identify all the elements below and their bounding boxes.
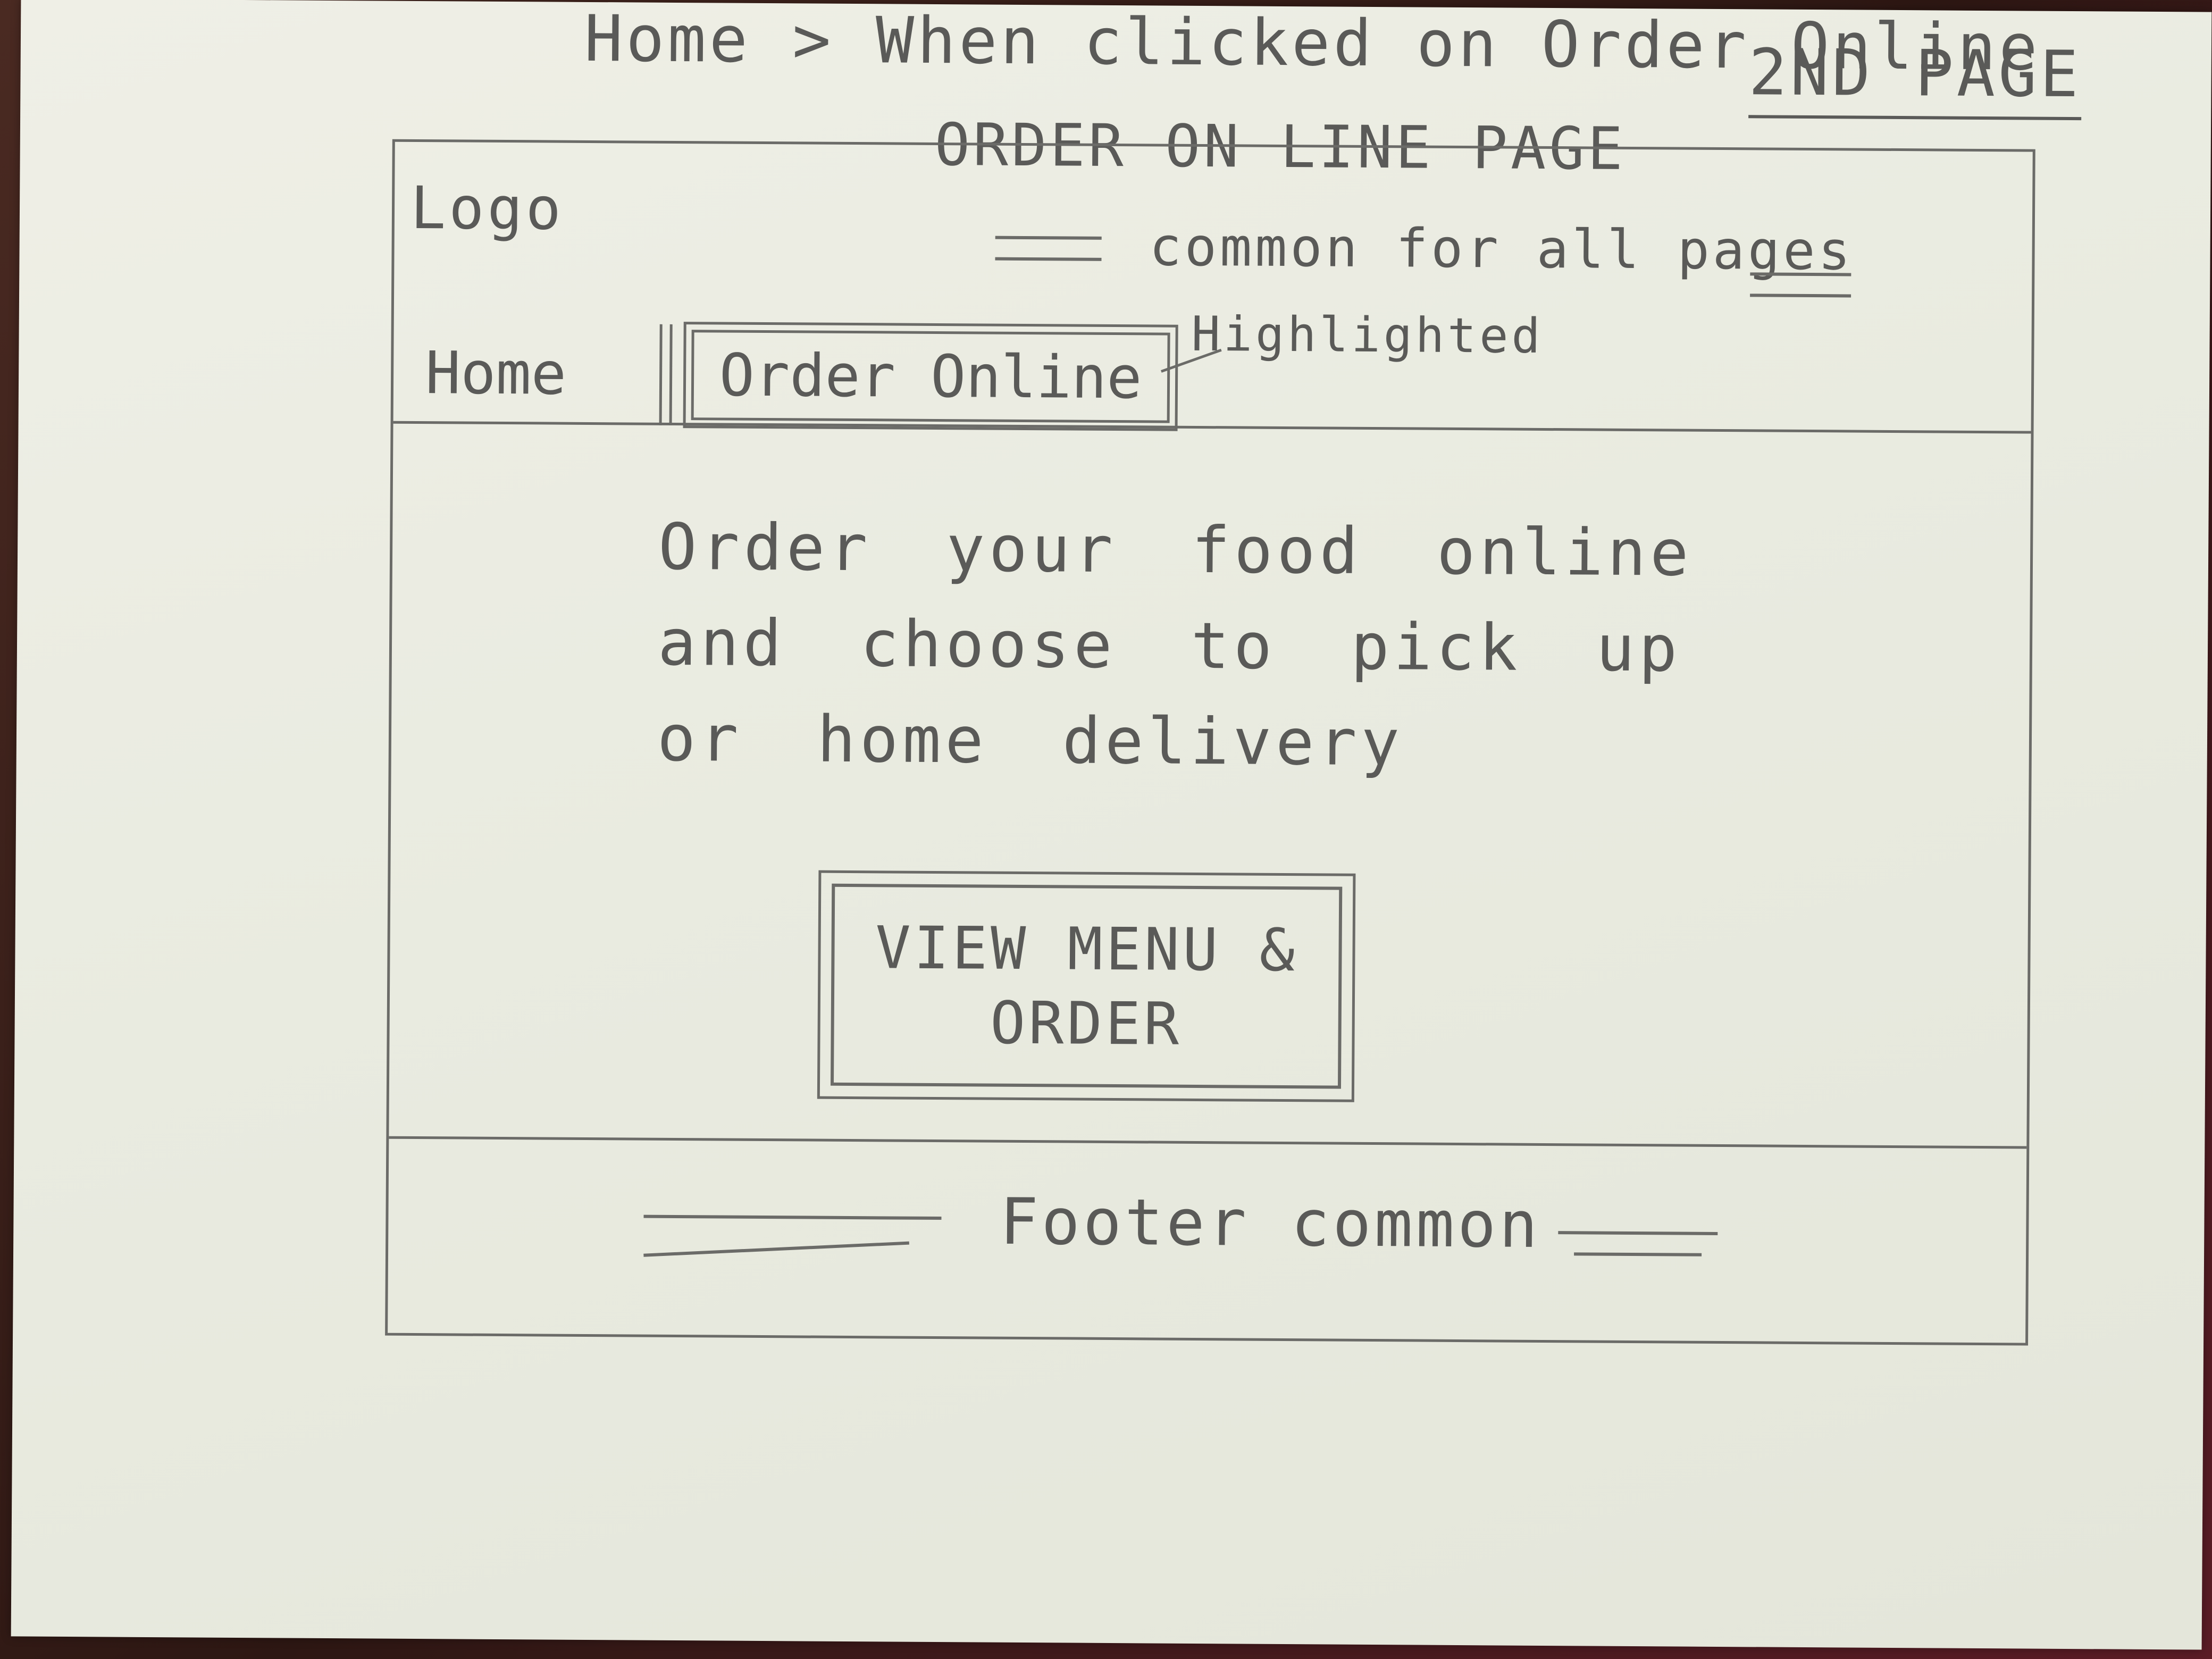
footer-label: Footer common (1000, 1185, 1541, 1262)
nav-item-home[interactable]: Home (425, 339, 567, 408)
logo[interactable]: Logo (410, 174, 565, 243)
footer-placeholder-line (643, 1241, 909, 1257)
header-placeholder-line (995, 236, 1102, 240)
wireframe-sketch-paper: Home > When clicked on Order Online 2ND … (11, 0, 2212, 1650)
highlight-annotation: Highlighted (1191, 306, 1544, 364)
nav-item-order-online[interactable]: Order Online (683, 321, 1178, 432)
footer-placeholder-line (643, 1214, 942, 1220)
intro-text: Order your food online and choose to pic… (657, 510, 1693, 781)
header-placeholder-line (995, 257, 1102, 261)
page-number-label: 2ND PAGE (1748, 36, 2082, 121)
main-content: Order your food online and choose to pic… (389, 424, 2031, 1146)
main-nav: Home Order Online Highlighted (393, 306, 2032, 434)
header-placeholder-line (1750, 272, 1851, 276)
wireframe-frame: Logo common for all pages Home Order Onl… (385, 139, 2035, 1346)
view-menu-order-button[interactable]: VIEW MENU & ORDER (817, 870, 1356, 1103)
footer-placeholder-line (1558, 1231, 1718, 1235)
footer-placeholder-line (1574, 1252, 1702, 1256)
header-common-note: common for all pages (1149, 215, 1854, 282)
nav-divider (659, 324, 673, 425)
header-placeholder-line (1750, 294, 1851, 298)
site-footer: Footer common (388, 1136, 2027, 1343)
site-header: Logo common for all pages Home Order Onl… (393, 141, 2033, 434)
